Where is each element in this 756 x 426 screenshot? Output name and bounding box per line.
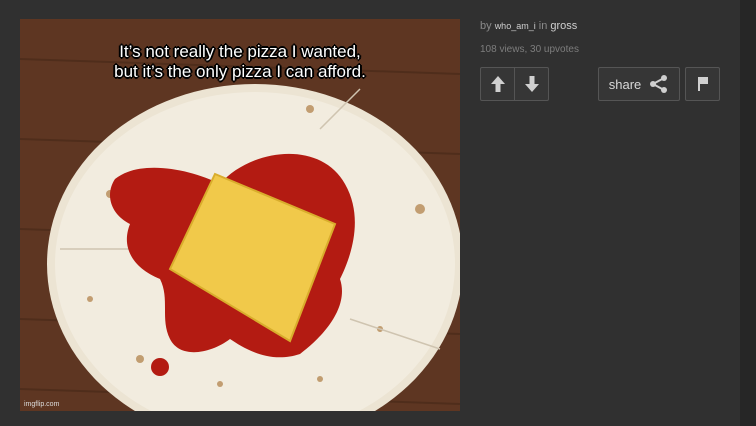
caption-line-2: but it’s the only pizza I can afford.: [114, 62, 366, 81]
meme-image[interactable]: It’s not really the pizza I wanted, but …: [20, 19, 460, 411]
caption-line-1: It’s not really the pizza I wanted,: [119, 42, 361, 61]
share-label: share: [608, 76, 642, 92]
post-panel: It’s not really the pizza I wanted, but …: [0, 0, 740, 426]
arrow-down-icon: [524, 76, 539, 92]
vote-buttons: [480, 67, 549, 101]
page-scrollbar[interactable]: [740, 0, 756, 426]
share-button[interactable]: share: [598, 67, 680, 101]
in-label: in: [538, 20, 548, 32]
share-icon: [650, 75, 668, 93]
flag-button[interactable]: [685, 67, 720, 101]
username-link[interactable]: who_am_i: [495, 21, 536, 31]
post-stats: 108 views, 30 upvotes: [480, 44, 579, 55]
upvote-button[interactable]: [481, 68, 514, 100]
post-attribution: by who_am_i in gross: [480, 20, 577, 32]
flag-icon: [697, 77, 708, 91]
downvote-button[interactable]: [514, 68, 548, 100]
stream-link[interactable]: gross: [550, 20, 577, 32]
arrow-up-icon: [490, 76, 505, 92]
by-label: by: [480, 20, 492, 32]
watermark: imgflip.com: [24, 401, 60, 408]
meme-caption: It’s not really the pizza I wanted, but …: [20, 42, 460, 82]
